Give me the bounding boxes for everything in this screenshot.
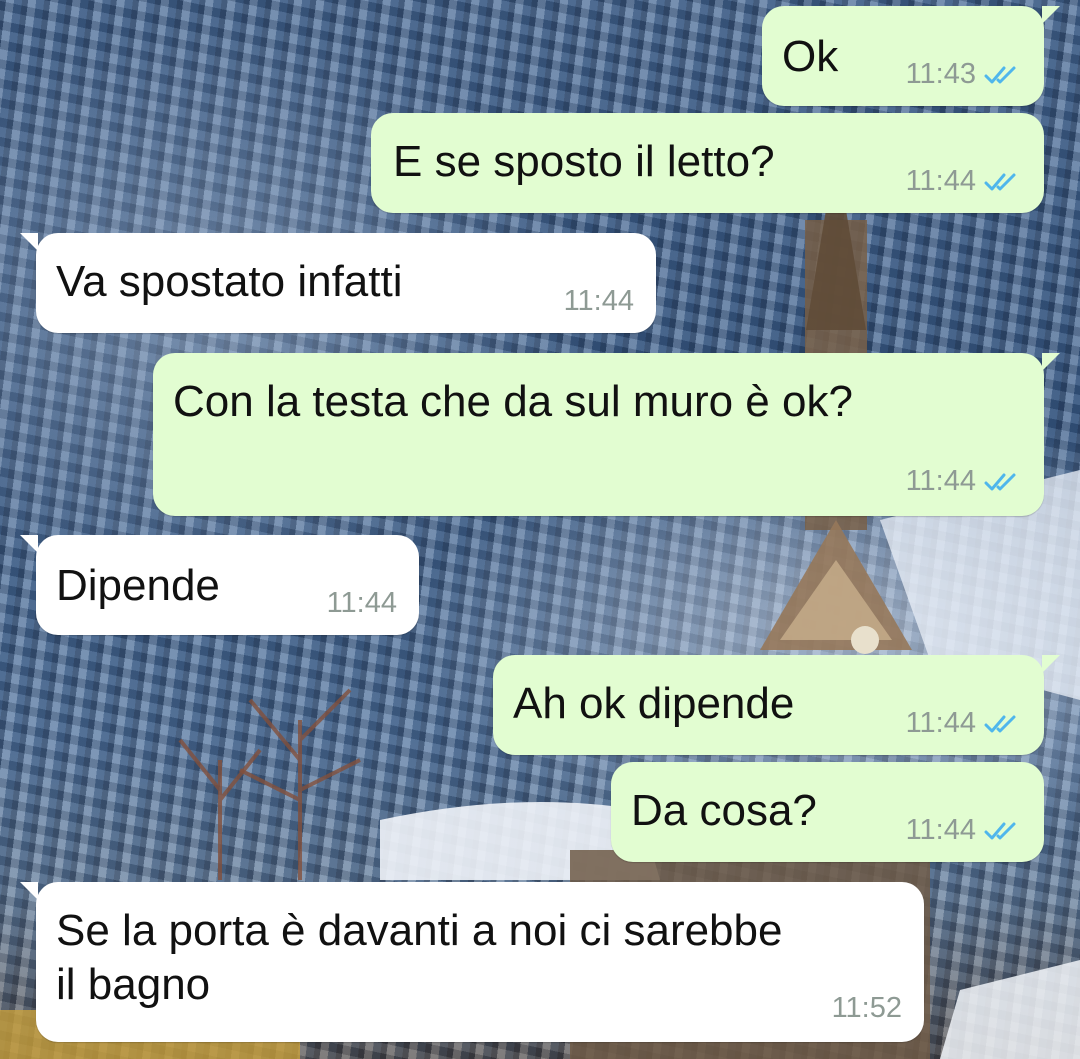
message-text: Da cosa? [631, 786, 817, 835]
outgoing-message-bubble[interactable]: Ok 11:43 [762, 6, 1060, 106]
message-text: Dipende [56, 561, 220, 610]
message-timestamp: 11:43 [905, 58, 976, 90]
message-timestamp: 11:52 [831, 992, 902, 1024]
message-meta: 11:44 [327, 587, 397, 620]
outgoing-message-bubble[interactable]: Con la testa che da sul muro è ok? 11:44 [153, 353, 1060, 516]
outgoing-message-bubble[interactable]: Da cosa? 11:44 [611, 762, 1044, 862]
message-timestamp: 11:44 [563, 285, 634, 317]
incoming-message-bubble[interactable]: Dipende 11:44 [20, 535, 419, 635]
message-timestamp: 11:44 [905, 165, 976, 197]
message-text: Ah ok dipende [513, 679, 795, 728]
message-text: Ok [782, 32, 839, 81]
message-text: Va spostato infatti [56, 257, 403, 306]
message-meta: 11:44 [906, 707, 1022, 740]
message-meta: 11:44 [906, 814, 1022, 847]
message-timestamp: 11:44 [905, 465, 976, 497]
message-timestamp: 11:44 [905, 707, 976, 739]
message-meta: 11:44 [906, 465, 1022, 498]
incoming-message-bubble[interactable]: Va spostato infatti 11:44 [20, 233, 656, 333]
read-double-check-icon [984, 715, 1016, 732]
read-double-check-icon [984, 66, 1016, 83]
message-timestamp: 11:44 [326, 587, 397, 619]
read-double-check-icon [984, 473, 1016, 490]
message-text: Se la porta è davanti a noi ci sarebbe i… [56, 906, 783, 1009]
read-double-check-icon [984, 822, 1016, 839]
message-meta: 11:44 [564, 285, 634, 318]
message-meta: 11:43 [906, 58, 1022, 91]
outgoing-message-bubble[interactable]: E se sposto il letto? 11:44 [371, 113, 1044, 213]
read-double-check-icon [984, 173, 1016, 190]
message-text: E se sposto il letto? [393, 137, 775, 186]
message-meta: 11:44 [906, 165, 1022, 198]
outgoing-message-bubble[interactable]: Ah ok dipende 11:44 [493, 655, 1060, 755]
message-timestamp: 11:44 [905, 814, 976, 846]
message-text: Con la testa che da sul muro è ok? [173, 377, 853, 426]
incoming-message-bubble[interactable]: Se la porta è davanti a noi ci sarebbe i… [20, 882, 924, 1042]
message-meta: 11:52 [832, 992, 902, 1025]
